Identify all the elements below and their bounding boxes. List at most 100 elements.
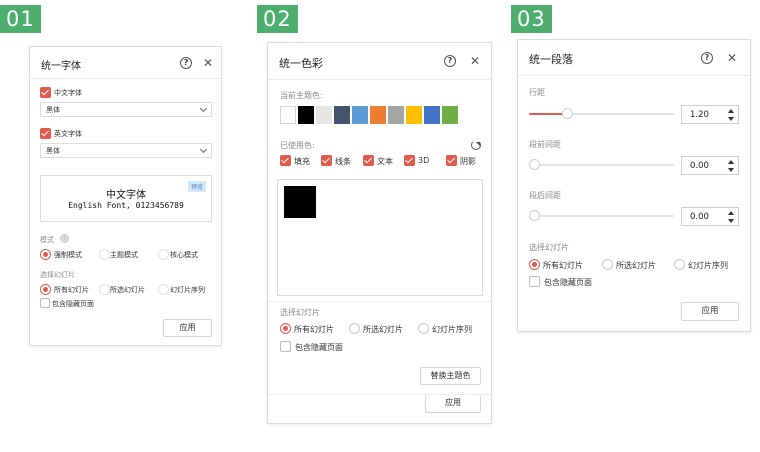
scope-radio-sequence[interactable] — [674, 259, 685, 270]
scope-label: 选择幻灯片 — [529, 243, 569, 252]
after-spacing-value: 0.00 — [690, 212, 709, 222]
en-font-label: 英文字体 — [54, 130, 82, 138]
scope-radio-selected[interactable] — [602, 259, 613, 270]
spin-down-icon[interactable] — [728, 117, 734, 121]
theme-swatch[interactable] — [406, 106, 422, 124]
spin-down-icon[interactable] — [728, 168, 734, 172]
include-hidden-checkbox[interactable] — [280, 341, 291, 352]
scope-label-sequence: 幻灯片序列 — [432, 325, 472, 334]
mode-help-icon[interactable]: ? — [60, 234, 69, 243]
line-spacing-value: 1.20 — [690, 110, 709, 120]
filter-3d-label: 3D — [418, 156, 430, 165]
theme-swatch[interactable] — [442, 106, 458, 124]
panel-header: 统一段落 ? ✕ — [518, 40, 750, 76]
before-spacing-label: 段前间距 — [529, 140, 561, 149]
theme-swatch[interactable] — [352, 106, 368, 124]
close-icon[interactable]: ✕ — [203, 57, 213, 69]
before-spacing-value: 0.00 — [690, 161, 709, 171]
theme-swatch[interactable] — [316, 106, 332, 124]
color-panel: 统一色彩 ? ✕ 当前主题色: 已使用色: 填充 线条 文本 3D 阴影 选择幻… — [267, 42, 492, 424]
after-spacing-track[interactable] — [529, 215, 674, 217]
spin-up-icon[interactable] — [728, 211, 734, 215]
en-font-checkbox[interactable] — [40, 128, 51, 139]
include-hidden-label: 包含隐藏页面 — [52, 300, 94, 308]
apply-button[interactable]: 应用 — [163, 319, 212, 337]
before-spacing-thumb[interactable] — [529, 159, 540, 170]
cn-font-value: 黑体 — [46, 106, 60, 114]
step-badge-01: 01 — [0, 5, 41, 33]
scope-label-all: 所有幻灯片 — [294, 325, 334, 334]
en-font-value: 黑体 — [46, 147, 60, 155]
include-hidden-checkbox[interactable] — [529, 276, 540, 287]
filter-line-checkbox[interactable] — [321, 155, 332, 166]
mode-label-core: 核心模式 — [170, 251, 198, 259]
scope-label-all: 所有幻灯片 — [543, 261, 583, 270]
mode-radio-core[interactable] — [158, 249, 169, 260]
scope-radio-sequence[interactable] — [158, 284, 169, 295]
scope-radio-all[interactable] — [280, 323, 291, 334]
mode-radio-theme[interactable] — [99, 249, 110, 260]
en-font-select[interactable]: 黑体 — [40, 143, 212, 158]
filter-fill-checkbox[interactable] — [280, 155, 291, 166]
include-hidden-label: 包含隐藏页面 — [544, 278, 592, 287]
filter-text-checkbox[interactable] — [363, 155, 374, 166]
font-preview: 预览 中文字体 English Font, 0123456789 — [40, 175, 212, 222]
filter-3d-checkbox[interactable] — [404, 155, 415, 166]
close-icon[interactable]: ✕ — [727, 52, 737, 64]
filter-shadow-label: 阴影 — [460, 157, 476, 166]
panel-title: 统一字体 — [41, 61, 81, 72]
theme-swatch[interactable] — [424, 106, 440, 124]
theme-swatches — [280, 106, 462, 124]
replace-theme-button[interactable]: 替换主题色 — [420, 367, 481, 385]
after-spacing-thumb[interactable] — [529, 210, 540, 221]
filter-text-label: 文本 — [377, 157, 393, 166]
spin-up-icon[interactable] — [728, 109, 734, 113]
cn-font-checkbox[interactable] — [40, 87, 51, 98]
spin-down-icon[interactable] — [728, 219, 734, 223]
used-colors-area — [277, 179, 483, 296]
theme-swatch[interactable] — [334, 106, 350, 124]
line-spacing-thumb[interactable] — [562, 108, 573, 119]
chevron-down-icon — [199, 104, 208, 113]
scope-label: 选择幻灯片 — [40, 271, 75, 279]
preview-cn-text: 中文字体 — [106, 190, 146, 201]
scope-radio-all[interactable] — [40, 284, 51, 295]
theme-swatch[interactable] — [370, 106, 386, 124]
scope-radio-all[interactable] — [529, 259, 540, 270]
filter-shadow-checkbox[interactable] — [446, 155, 457, 166]
mode-label-force: 强制模式 — [54, 251, 82, 259]
panel-header: 统一色彩 ? ✕ — [268, 43, 491, 80]
used-color-swatch[interactable] — [284, 186, 316, 218]
mode-label-theme: 主题模式 — [110, 251, 138, 259]
scope-label-sequence: 幻灯片序列 — [688, 261, 728, 270]
filter-fill-label: 填充 — [294, 157, 310, 166]
help-icon[interactable]: ? — [180, 57, 192, 69]
scope-label-sequence: 幻灯片序列 — [170, 286, 205, 294]
theme-swatch[interactable] — [280, 106, 296, 124]
refresh-icon[interactable] — [471, 140, 481, 150]
font-panel: 统一字体 ? ✕ 中文字体 黑体 英文字体 黑体 预览 中文字体 English… — [29, 46, 222, 346]
apply-button[interactable]: 应用 — [425, 395, 481, 413]
theme-swatch[interactable] — [388, 106, 404, 124]
filter-line-label: 线条 — [335, 157, 351, 166]
scope-label-selected: 所选幻灯片 — [110, 286, 145, 294]
apply-button[interactable]: 应用 — [681, 302, 739, 321]
include-hidden-checkbox[interactable] — [40, 298, 50, 308]
before-spacing-spinner[interactable]: 0.00 — [681, 156, 739, 175]
before-spacing-track[interactable] — [529, 164, 674, 166]
help-icon[interactable]: ? — [444, 55, 456, 67]
step-badge-02: 02 — [257, 5, 298, 33]
spin-up-icon[interactable] — [728, 160, 734, 164]
scope-radio-sequence[interactable] — [418, 323, 429, 334]
help-icon[interactable]: ? — [701, 52, 713, 64]
after-spacing-spinner[interactable]: 0.00 — [681, 207, 739, 226]
theme-swatch[interactable] — [298, 106, 314, 124]
close-icon[interactable]: ✕ — [470, 55, 480, 67]
chevron-down-icon — [199, 145, 208, 154]
cn-font-select[interactable]: 黑体 — [40, 102, 212, 117]
current-theme-label: 当前主题色: — [280, 91, 323, 100]
line-spacing-spinner[interactable]: 1.20 — [681, 105, 739, 124]
mode-radio-force[interactable] — [40, 249, 51, 260]
scope-radio-selected[interactable] — [349, 323, 360, 334]
scope-radio-selected[interactable] — [99, 284, 110, 295]
